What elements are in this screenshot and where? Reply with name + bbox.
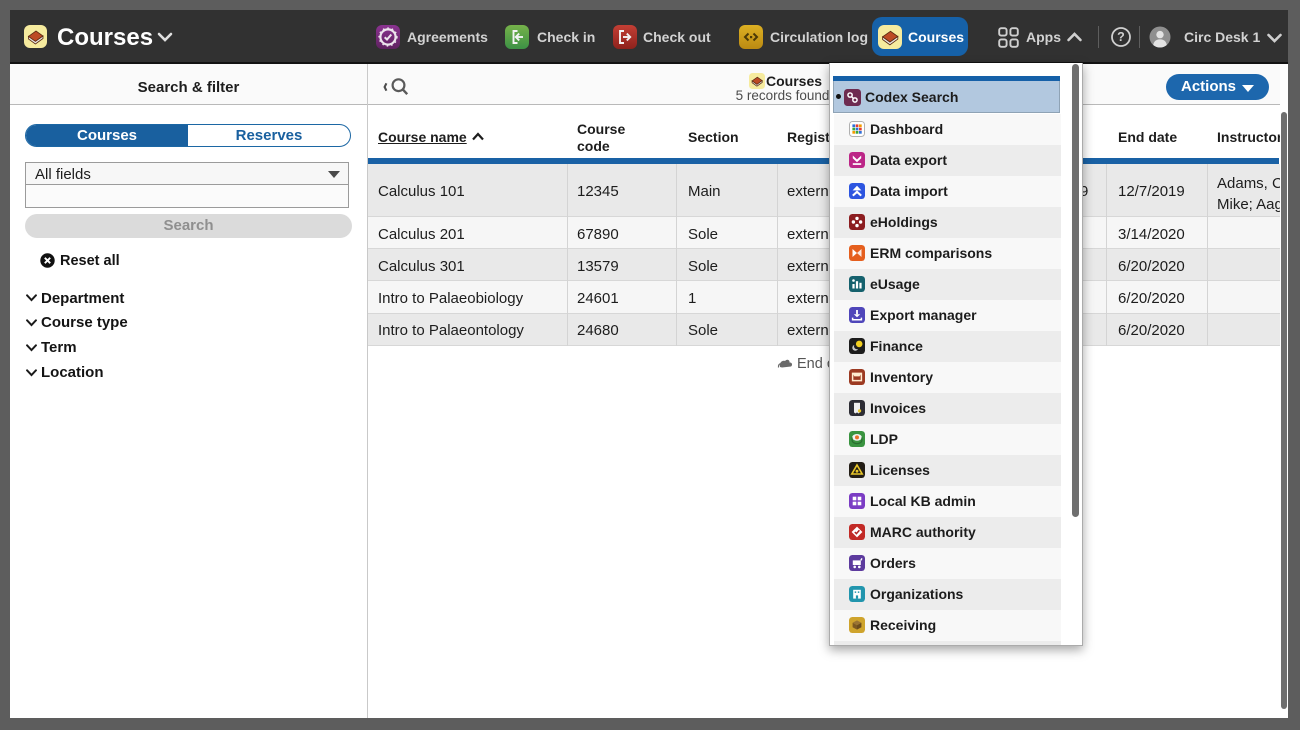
svg-text:?: ? — [1117, 30, 1125, 44]
